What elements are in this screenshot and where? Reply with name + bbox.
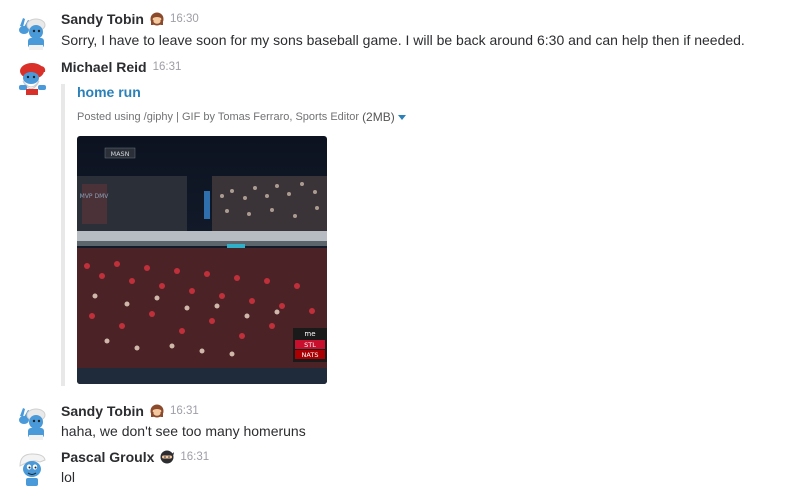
message-pascal: Pascal Groulx 16:31 lol [0, 448, 792, 492]
timestamp[interactable]: 16:31 [153, 61, 182, 73]
file-size: (2MB) [362, 110, 395, 124]
score-team2-label: NATS [302, 351, 319, 359]
giphy-attachment: home run Posted using /giphy | GIF by To… [61, 84, 461, 386]
message-sandy-2: Sandy Tobin 16:31 haha, we don't see too… [0, 402, 792, 446]
message-header: Sandy Tobin 16:31 [61, 402, 199, 420]
score-top-label: me [304, 330, 315, 338]
smurf-avatar-icon [14, 450, 50, 486]
timestamp[interactable]: 16:31 [170, 405, 199, 417]
score-team1-label: STL [304, 341, 316, 349]
author-name[interactable]: Pascal Groulx [61, 449, 154, 465]
posted-using-text: Posted using /giphy | GIF by Tomas Ferra… [77, 111, 360, 123]
network-label: MASN [110, 150, 129, 158]
ninja-emoji-icon [160, 450, 175, 464]
timestamp[interactable]: 16:31 [180, 451, 209, 463]
smurf-peace-avatar-icon [14, 404, 50, 440]
papa-smurf-avatar-icon [14, 60, 50, 96]
avatar-michael[interactable] [14, 60, 50, 96]
gif-image[interactable]: MVP DMV MASN me STL NATS [77, 136, 327, 384]
timestamp[interactable]: 16:30 [170, 13, 199, 25]
message-header: Sandy Tobin 16:30 [61, 10, 199, 28]
author-name[interactable]: Sandy Tobin [61, 11, 144, 27]
attachment-subtitle: Posted using /giphy | GIF by Tomas Ferra… [77, 110, 406, 124]
author-name[interactable]: Sandy Tobin [61, 403, 144, 419]
message-text: haha, we don't see too many homeruns [61, 423, 306, 439]
message-text: lol [61, 469, 76, 485]
smurf-peace-avatar-icon [14, 14, 50, 50]
message-header: Pascal Groulx 16:31 [61, 448, 209, 466]
attachment-title-link[interactable]: home run [77, 84, 141, 100]
woman-emoji-icon [150, 12, 164, 26]
baseball-stadium-gif-icon: MVP DMV MASN me STL NATS [77, 136, 327, 384]
message-text: Sorry, I have to leave soon for my sons … [61, 32, 745, 48]
board-label: MVP DMV [80, 193, 110, 200]
woman-emoji-icon [150, 404, 164, 418]
avatar-pascal[interactable] [14, 450, 50, 486]
avatar-sandy[interactable] [14, 404, 50, 440]
avatar-sandy[interactable] [14, 14, 50, 50]
author-name[interactable]: Michael Reid [61, 59, 147, 75]
dropdown-caret-icon[interactable] [397, 114, 406, 120]
message-header: Michael Reid 16:31 [61, 58, 181, 76]
message-sandy-1: Sandy Tobin 16:30 Sorry, I have to leave… [0, 10, 792, 58]
